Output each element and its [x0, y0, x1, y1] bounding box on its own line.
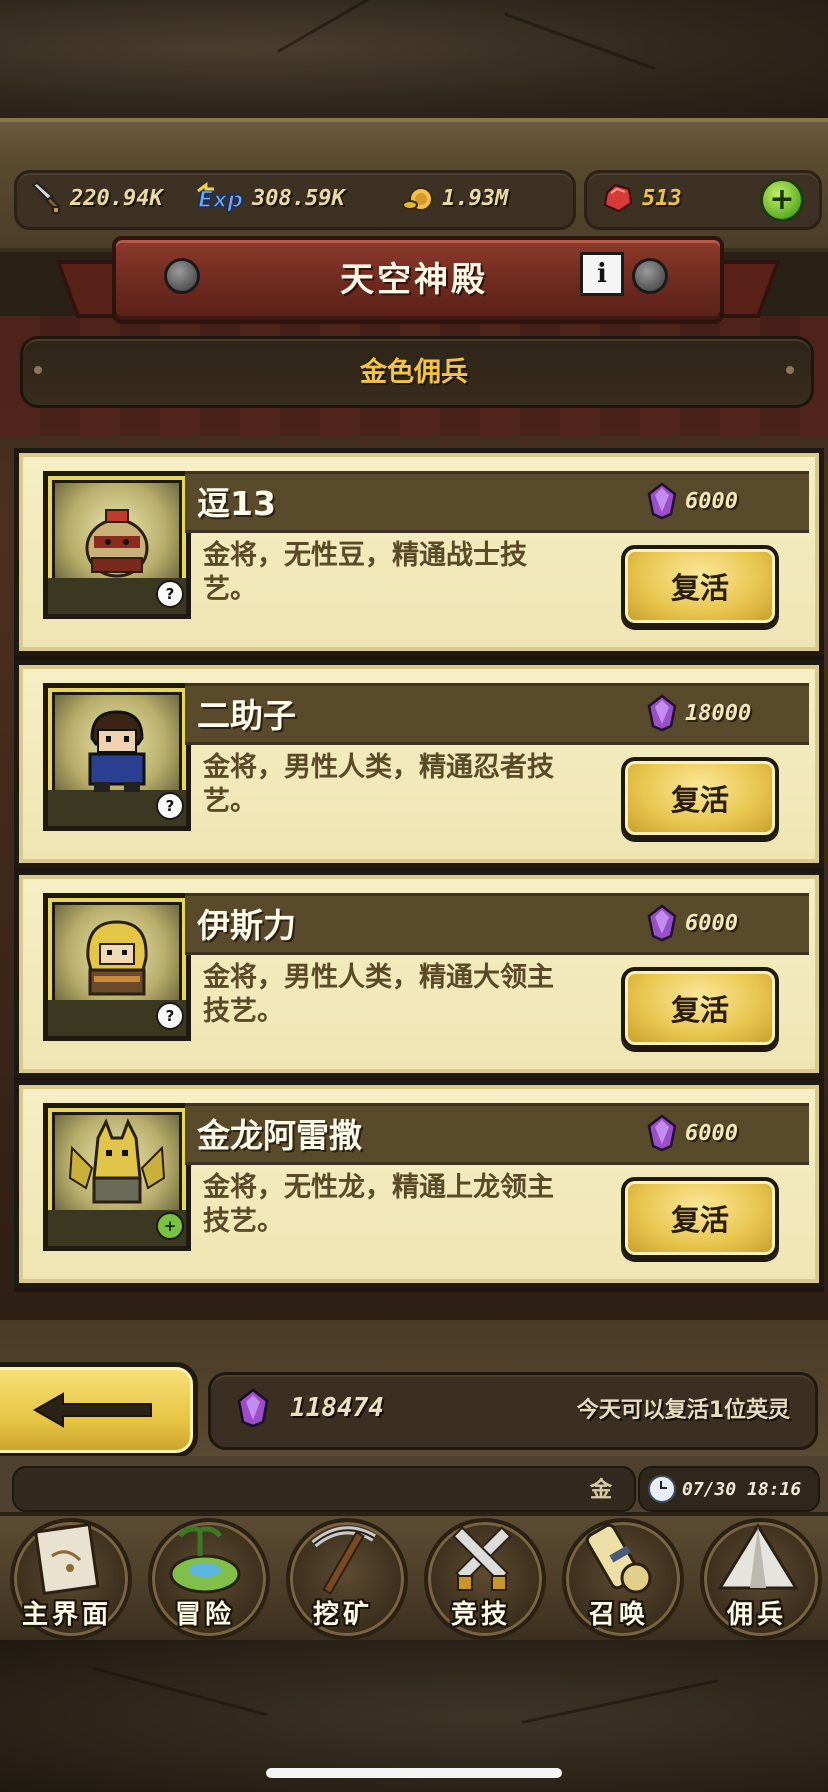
gold-coins-icon	[400, 180, 436, 216]
summon-scroll-icon	[585, 1523, 652, 1594]
hero-portrait[interactable]: ?	[43, 683, 191, 831]
revive-cost: 6000	[647, 901, 738, 945]
nav-item-mercenary[interactable]: 佣兵	[692, 1514, 822, 1640]
purple-gem-icon	[647, 482, 677, 520]
hero-name: 二助子	[197, 696, 296, 735]
revive-cost: 6000	[647, 479, 738, 523]
nav-item-adventure[interactable]: 冒险	[140, 1514, 270, 1640]
nav-item-mining[interactable]: 挖矿	[278, 1514, 408, 1640]
bolt-icon	[632, 258, 668, 294]
gem-resource: 513	[600, 178, 682, 218]
help-badge-icon[interactable]: ?	[156, 792, 184, 820]
hero-card: + 金龙阿雷撒 6000 金将，无性龙，精通上龙领主技艺。 复活	[14, 1080, 824, 1288]
attack-value: 220.94K	[70, 185, 163, 211]
clock-time: 07/30 18:16	[682, 1478, 802, 1500]
gold-value: 1.93M	[442, 185, 509, 211]
gold-resource: 1.93M	[400, 178, 508, 218]
bean-warrior-icon	[85, 509, 149, 578]
svg-text:Exp: Exp	[198, 188, 243, 213]
info-button[interactable]: i	[580, 252, 624, 296]
scroll-map-icon	[33, 1522, 100, 1596]
daily-revive-note: 今天可以复活1位英灵	[576, 1398, 790, 1423]
purple-gem-icon	[647, 694, 677, 732]
top-background	[0, 0, 828, 120]
back-button[interactable]	[0, 1362, 198, 1458]
revive-cost: 18000	[647, 691, 751, 735]
add-gems-button[interactable]: +	[760, 178, 804, 222]
hero-description: 金将，无性龙，精通上龙领主技艺。	[203, 1172, 554, 1237]
clock-icon	[648, 1475, 676, 1503]
golden-dragon-icon	[68, 1118, 166, 1204]
revive-cost-value: 6000	[685, 488, 738, 514]
hero-name: 金龙阿雷撒	[197, 1116, 362, 1155]
nav-item-summon[interactable]: 召唤	[554, 1514, 684, 1640]
revive-cost-value: 18000	[685, 700, 752, 726]
nav-label: 冒险	[174, 1600, 235, 1630]
chat-bar[interactable]	[12, 1466, 636, 1512]
ruby-icon	[600, 180, 636, 216]
bolt-icon	[164, 258, 200, 294]
revive-button[interactable]: 复活	[621, 967, 779, 1049]
purple-gem-icon	[647, 1114, 677, 1152]
hero-portrait[interactable]: ?	[43, 471, 191, 619]
nav-item-main[interactable]: 主界面	[2, 1514, 132, 1640]
attack-resource: 220.94K	[28, 178, 163, 218]
revive-cost-value: 6000	[685, 910, 738, 936]
hero-name: 伊斯力	[197, 906, 296, 945]
ninja-hero-icon	[88, 710, 146, 792]
revive-button[interactable]: 复活	[621, 1177, 779, 1259]
hero-card: ? 伊斯力 6000 金将，男性人类，精通大领主技艺。 复活	[14, 870, 824, 1078]
purple-gem-icon	[647, 904, 677, 942]
nav-label: 佣兵	[726, 1600, 787, 1630]
back-arrow-icon	[32, 1392, 152, 1428]
add-badge-icon[interactable]: +	[156, 1212, 184, 1240]
revive-button[interactable]: 复活	[621, 545, 779, 627]
nav-label: 召唤	[588, 1600, 649, 1630]
nav-label: 挖矿	[312, 1600, 373, 1630]
gem-value: 513	[642, 185, 682, 211]
home-indicator[interactable]	[266, 1768, 562, 1778]
revive-cost-value: 6000	[685, 1120, 738, 1146]
crossed-swords-icon	[452, 1526, 512, 1591]
nav-label: 竞技	[450, 1600, 511, 1630]
time-panel: 07/30 18:16	[638, 1466, 820, 1512]
exp-value: 308.59K	[252, 185, 345, 211]
hero-name: 逗13	[197, 484, 276, 523]
exp-icon: Exp	[196, 180, 246, 216]
help-badge-icon[interactable]: ?	[156, 580, 184, 608]
hero-portrait[interactable]: ?	[43, 893, 191, 1041]
sword-icon	[28, 180, 64, 216]
hero-description: 金将，男性人类，精通忍者技艺。	[203, 752, 554, 817]
pickaxe-icon	[311, 1526, 377, 1595]
lord-hero-icon	[86, 920, 148, 996]
hero-card: ? 逗13 6000 金将，无性豆，精通战士技艺。 复活	[14, 448, 824, 656]
tent-icon	[717, 1523, 799, 1590]
gem-balance-value: 118474	[290, 1393, 384, 1423]
page-title: 天空神殿	[340, 259, 488, 300]
hero-description: 金将，男性人类，精通大领主技艺。	[203, 962, 554, 1027]
hero-portrait[interactable]: +	[43, 1103, 191, 1251]
purple-gem-icon	[237, 1388, 269, 1428]
chat-preview-text: 金	[590, 1478, 613, 1503]
revive-cost: 6000	[647, 1111, 738, 1155]
nav-label: 主界面	[21, 1600, 112, 1630]
hero-card: ? 二助子 18000 金将，男性人类，精通忍者技艺。 复活	[14, 660, 824, 868]
category-title: 金色佣兵	[360, 356, 468, 388]
island-icon	[169, 1526, 241, 1594]
help-badge-icon[interactable]: ?	[156, 1002, 184, 1030]
nav-item-arena[interactable]: 竞技	[416, 1514, 546, 1640]
exp-resource: Exp 308.59K	[196, 178, 345, 218]
revive-button[interactable]: 复活	[621, 757, 779, 839]
hero-description: 金将，无性豆，精通战士技艺。	[203, 540, 527, 605]
